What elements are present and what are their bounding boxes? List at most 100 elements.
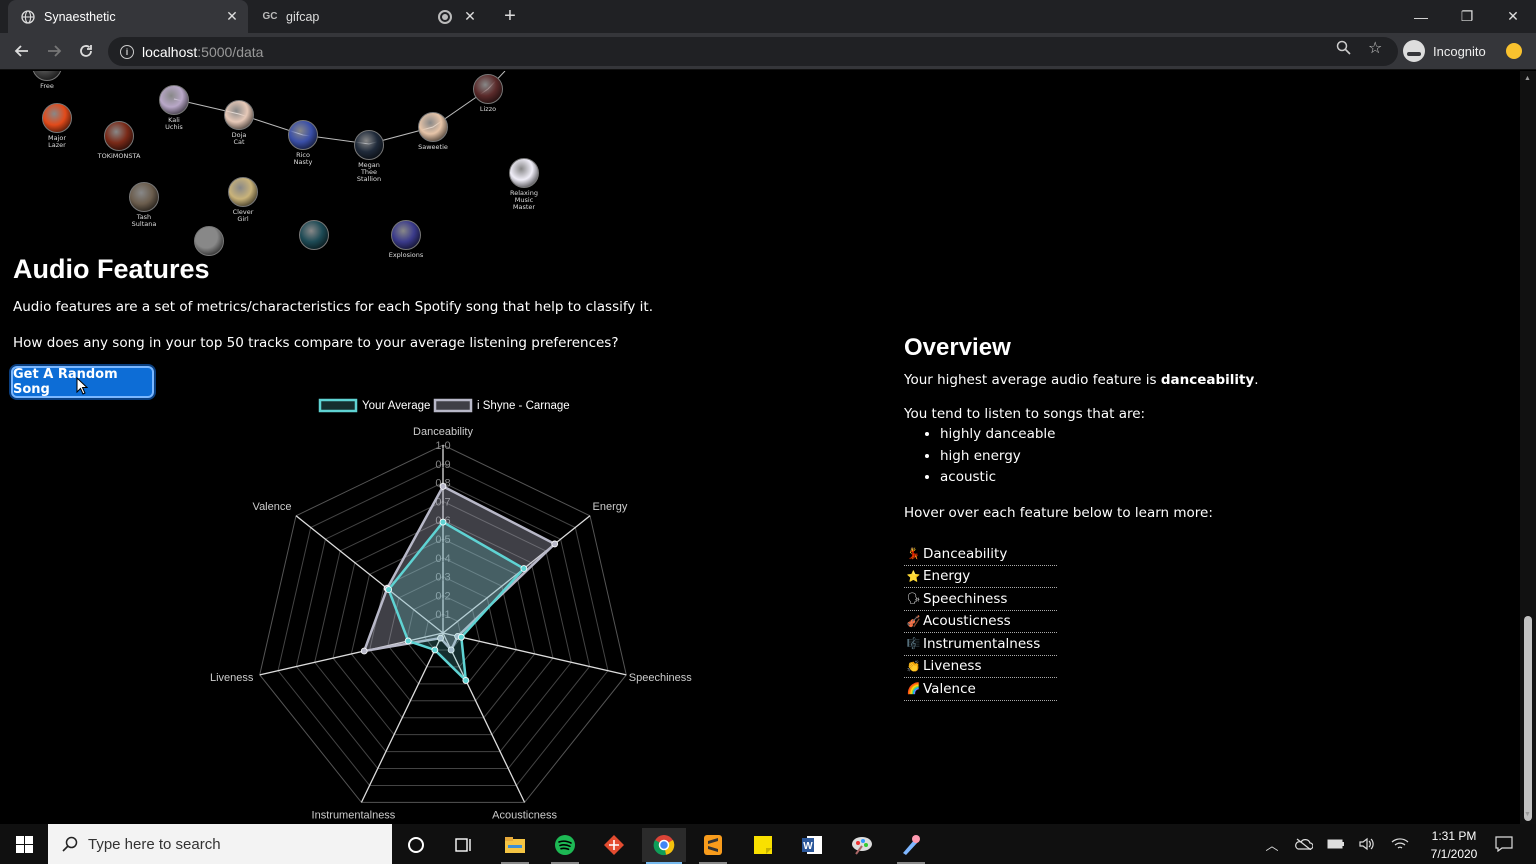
task-view-icon[interactable]: [442, 828, 486, 862]
git-kraken-icon[interactable]: [592, 828, 636, 862]
close-tab-icon[interactable]: ✕: [460, 8, 480, 25]
feature-liveness[interactable]: 👏 Liveness: [904, 656, 1057, 678]
artist-node[interactable]: [159, 85, 189, 115]
feature-danceability[interactable]: 💃 Danceability: [904, 543, 1057, 566]
radar-data-point: [404, 637, 412, 645]
extension-icon[interactable]: [1506, 43, 1522, 59]
audio-features-question: How does any song in your top 50 tracks …: [13, 335, 619, 351]
spotify-icon[interactable]: [543, 828, 587, 864]
scrollbar-thumb[interactable]: [1524, 616, 1532, 821]
tab-synaesthetic[interactable]: Synaesthetic ✕: [8, 0, 248, 33]
artist-node[interactable]: [418, 112, 448, 142]
artist-node[interactable]: [104, 121, 134, 151]
wifi-icon[interactable]: [1390, 824, 1410, 864]
audio-features-description: Audio features are a set of metrics/char…: [13, 299, 653, 315]
radar-data-point: [462, 677, 470, 684]
sticky-notes-icon[interactable]: [741, 828, 785, 862]
violin-icon: 🎻: [906, 614, 921, 628]
artist-node-label: Major Lazer: [47, 134, 67, 149]
highest-feature-value: danceability: [1160, 372, 1255, 388]
battery-icon[interactable]: [1326, 824, 1346, 864]
back-icon[interactable]: [8, 37, 36, 65]
artist-node[interactable]: [228, 177, 258, 207]
feature-acousticness[interactable]: 🎻 Acousticness: [904, 611, 1057, 633]
forward-icon[interactable]: [40, 37, 68, 65]
search-placeholder: Type here to search: [88, 835, 221, 853]
clock-time: 1:31 PM: [1431, 829, 1477, 843]
scroll-down-icon[interactable]: ▼: [1524, 811, 1532, 819]
radar-spoke: [442, 632, 627, 676]
chrome-icon[interactable]: [642, 828, 686, 864]
cortana-icon[interactable]: [394, 828, 438, 862]
windows-start-icon[interactable]: [0, 824, 48, 864]
artist-node[interactable]: [354, 130, 384, 160]
feature-instrumentalness[interactable]: 🎼 Instrumentalness: [904, 633, 1057, 656]
url-host: localhost: [142, 43, 198, 60]
dancer-icon: 💃: [906, 547, 921, 561]
artist-node-label: Lizzo: [479, 105, 497, 113]
taskbar-search-box[interactable]: Type here to search: [48, 824, 392, 864]
close-tab-icon[interactable]: ✕: [222, 8, 242, 25]
artist-network-graph: Major Lazer TOKiMONSTA Kali Uchis Doja Cat R…: [0, 71, 620, 259]
audio-features-radar-chart: 0.10.20.30.40.50.60.70.80.91.0Danceabili…: [210, 398, 692, 821]
feature-energy[interactable]: ⭐ Energy: [904, 566, 1057, 588]
search-icon: [62, 836, 78, 852]
radar-axis-label: Valence: [253, 501, 292, 513]
paint-icon[interactable]: [840, 828, 884, 862]
artist-node-label: Kali Uchis: [165, 116, 183, 131]
site-info-icon[interactable]: i: [120, 44, 134, 59]
notifications-icon[interactable]: [1492, 824, 1516, 864]
artist-node[interactable]: [391, 220, 421, 250]
close-window-icon[interactable]: ✕: [1490, 0, 1536, 33]
radar-data-point: [385, 586, 393, 594]
page-scrollbar[interactable]: ▲ ▼: [1520, 71, 1536, 824]
zoom-icon[interactable]: [1336, 40, 1351, 59]
incognito-icon: [1403, 40, 1425, 62]
artist-node-label: Relaxing Music Master: [510, 189, 538, 211]
sublime-text-icon[interactable]: [691, 828, 735, 864]
radar-data-point: [520, 565, 528, 572]
minimize-icon[interactable]: —: [1398, 0, 1444, 33]
scroll-up-icon[interactable]: ▲: [1524, 75, 1532, 83]
trait-item: high energy: [940, 448, 1259, 470]
clapping-hands-icon: 👏: [906, 659, 921, 673]
radar-axis-label: Liveness: [210, 672, 254, 684]
artist-node-label: Tash Sultana: [131, 213, 157, 228]
new-tab-button[interactable]: +: [498, 4, 522, 28]
radar-axis-label: Acousticness: [492, 809, 557, 821]
radar-data-point: [431, 646, 439, 654]
artist-node[interactable]: [509, 158, 539, 188]
bookmark-star-icon[interactable]: ☆: [1368, 38, 1382, 58]
artist-node-label: TOKiMONSTA: [97, 152, 141, 160]
feature-speechiness[interactable]: 🗣 Speechiness: [904, 588, 1057, 611]
volume-icon[interactable]: [1357, 824, 1377, 864]
reload-icon[interactable]: [72, 37, 100, 65]
onedrive-off-icon[interactable]: [1294, 824, 1314, 864]
artist-node-label: Clever Girl: [232, 208, 254, 223]
legend-swatch: [433, 398, 473, 413]
url-path: :5000/data: [197, 43, 264, 60]
page-content: Major Lazer TOKiMONSTA Kali Uchis Doja Cat R…: [0, 71, 1520, 824]
tab-gifcap[interactable]: GC gifcap ✕: [250, 0, 486, 33]
artist-node[interactable]: [194, 226, 224, 256]
artist-node[interactable]: [224, 100, 254, 130]
taskbar-clock[interactable]: 1:31 PM 7/1/2020: [1418, 827, 1490, 863]
feature-valence[interactable]: 🌈 Valence: [904, 678, 1057, 701]
address-bar[interactable]: i localhost:5000/data: [108, 37, 1398, 66]
artist-node-label: Free: [40, 82, 54, 90]
file-explorer-icon[interactable]: [493, 828, 537, 864]
clock-date: 7/1/2020: [1430, 847, 1478, 861]
overview-heading: Overview: [904, 334, 1011, 361]
artist-node[interactable]: [288, 120, 318, 150]
artist-node[interactable]: [299, 220, 329, 250]
artist-node[interactable]: [42, 103, 72, 133]
artist-node[interactable]: [129, 182, 159, 212]
incognito-indicator[interactable]: Incognito: [1403, 38, 1486, 64]
show-hidden-icons[interactable]: ︿: [1262, 824, 1282, 864]
restore-icon[interactable]: ❐: [1444, 0, 1490, 33]
paint-3d-icon[interactable]: [889, 828, 933, 864]
word-icon[interactable]: W: [790, 828, 834, 862]
legend-swatch: [318, 398, 358, 413]
artist-node[interactable]: [473, 74, 503, 104]
browser-toolbar: i localhost:5000/data ☆ Incognito: [0, 33, 1536, 70]
